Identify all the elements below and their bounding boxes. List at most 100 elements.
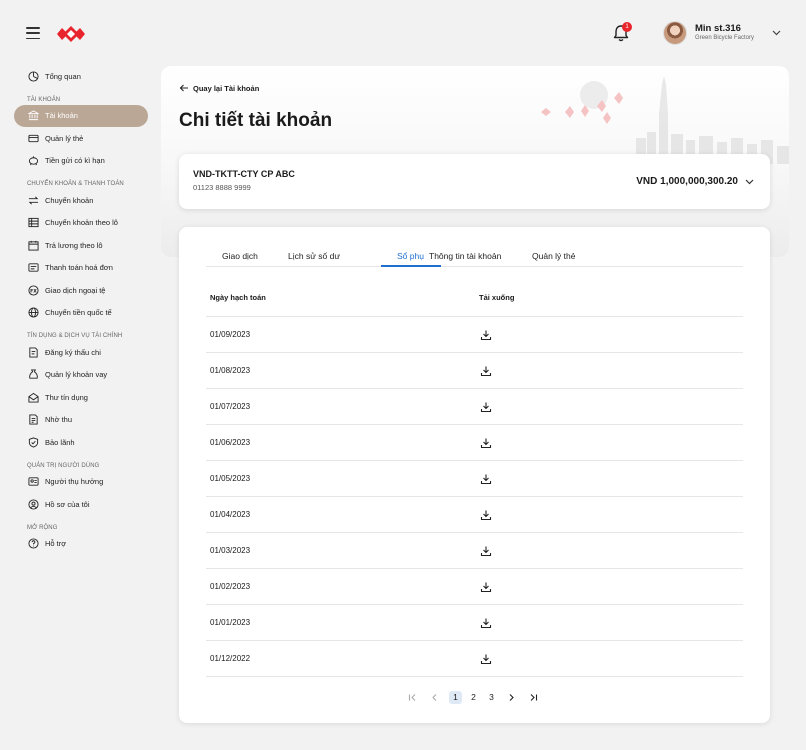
table-row: 01/03/2023: [206, 533, 743, 569]
row-date: 01/05/2023: [210, 474, 251, 483]
sidebar-item-accounts[interactable]: Tài khoản: [14, 104, 148, 127]
prev-page-button[interactable]: [428, 691, 441, 704]
sidebar-item-term-deposit[interactable]: Tiền gửi có kì hạn: [14, 150, 148, 173]
sidebar-item-collection[interactable]: Nhờ thu: [14, 409, 148, 432]
next-page-button[interactable]: [505, 691, 518, 704]
sidebar-item-card-management[interactable]: Quản lý thẻ: [14, 127, 148, 150]
sidebar-item-label: Bảo lãnh: [45, 437, 75, 447]
sidebar-item-label: Quản lý khoản vay: [45, 370, 108, 380]
sidebar-item-bill-payment[interactable]: Thanh toán hoá đơn: [14, 257, 148, 280]
sidebar-item-label: Thanh toán hoá đơn: [45, 263, 113, 273]
statement-panel: Giao dịch Lịch sử số dư Sổ phụ Thông tin…: [179, 227, 770, 723]
sidebar-item-label: Đăng ký thấu chi: [45, 347, 101, 357]
sidebar-item-label: Hỗ trợ: [45, 539, 67, 549]
download-icon[interactable]: [480, 509, 492, 521]
sidebar-item-support[interactable]: Hỗ trợ: [14, 533, 148, 556]
sidebar-item-batch-payroll[interactable]: Trả lương theo lô: [14, 234, 148, 257]
shield-icon: [27, 436, 39, 448]
tab-card-management[interactable]: Quản lý thẻ: [532, 251, 575, 267]
sidebar-item-label: Tiền gửi có kì hạn: [45, 156, 105, 166]
download-icon[interactable]: [480, 401, 492, 413]
sidebar-section-title: TÀI KHOẢN: [27, 96, 61, 103]
row-date: 01/03/2023: [210, 546, 251, 555]
first-page-icon: [408, 693, 416, 701]
last-page-button[interactable]: [527, 691, 540, 704]
piggy-bank-icon: [27, 155, 39, 167]
card-icon: [27, 132, 39, 144]
download-icon[interactable]: [480, 329, 492, 341]
page-button[interactable]: 2: [467, 691, 480, 704]
sidebar-section-title: CHUYỂN KHOẢN & THANH TOÁN: [27, 181, 124, 187]
notification-badge: 1: [622, 22, 632, 32]
column-header-date: Ngày hạch toán: [210, 293, 266, 302]
download-icon[interactable]: [480, 653, 492, 665]
table-icon: [27, 217, 39, 229]
sidebar-item-label: Tài khoản: [45, 111, 78, 121]
sidebar-item-fx[interactable]: FX Giao dịch ngoại tệ: [14, 279, 148, 302]
table-row: 01/09/2023: [206, 317, 743, 353]
calendar-icon: [27, 239, 39, 251]
page-button[interactable]: 3: [485, 691, 498, 704]
first-page-button[interactable]: [406, 691, 419, 704]
sidebar-item-label: Người thụ hưởng: [45, 477, 104, 487]
chevron-right-icon: [509, 693, 514, 701]
avatar[interactable]: [663, 21, 687, 45]
menu-icon[interactable]: [26, 27, 40, 39]
svg-text:FX: FX: [30, 288, 37, 294]
globe-icon: [27, 307, 39, 319]
account-summary-card[interactable]: VND-TKTT-CTY CP ABC 01123 8888 9999 VND …: [179, 154, 770, 209]
sidebar-item-transfer[interactable]: Chuyển khoản: [14, 189, 148, 212]
document-icon: [27, 414, 39, 426]
table-row: 01/01/2023: [206, 605, 743, 641]
dashboard-icon: [27, 70, 39, 82]
sidebar-item-overdraft[interactable]: Đăng ký thấu chi: [14, 341, 148, 364]
column-header-download: Tải xuống: [479, 293, 515, 302]
sidebar-item-loans[interactable]: Quản lý khoản vay: [14, 364, 148, 387]
sidebar-item-label: Thư tín dụng: [45, 392, 88, 402]
tab-transactions[interactable]: Giao dịch: [222, 251, 258, 267]
row-date: 01/09/2023: [210, 330, 251, 339]
sidebar-item-guarantee[interactable]: Bảo lãnh: [14, 431, 148, 454]
envelope-open-icon: [27, 391, 39, 403]
sidebar-item-batch-transfer[interactable]: Chuyển khoản theo lô: [14, 212, 148, 235]
user-org: Green Bicycle Factory: [695, 35, 755, 41]
bank-icon: [27, 110, 39, 122]
pagination: 1 2 3: [406, 689, 545, 705]
row-date: 01/04/2023: [210, 510, 251, 519]
last-page-icon: [530, 693, 538, 701]
download-icon[interactable]: [480, 365, 492, 377]
account-balance: VND 1,000,000,300.20: [636, 176, 738, 187]
table-row: 01/05/2023: [206, 461, 743, 497]
fx-icon: FX: [27, 284, 39, 296]
download-icon[interactable]: [480, 545, 492, 557]
chevron-down-icon[interactable]: [744, 176, 755, 187]
sidebar-item-international-transfer[interactable]: Chuyển tiền quốc tế: [14, 302, 148, 325]
table-header: Ngày hạch toán Tải xuống: [206, 293, 743, 317]
chevron-down-icon[interactable]: [771, 27, 782, 38]
row-date: 01/07/2023: [210, 402, 251, 411]
sidebar-item-overview[interactable]: Tổng quan: [14, 65, 148, 88]
sidebar-section-title: TÍN DỤNG & DỊCH VỤ TÀI CHÍNH: [27, 333, 123, 339]
table-row: 01/04/2023: [206, 497, 743, 533]
page-button[interactable]: 1: [449, 690, 462, 704]
download-icon[interactable]: [480, 617, 492, 629]
table-row: 01/07/2023: [206, 389, 743, 425]
row-date: 01/08/2023: [210, 366, 251, 375]
back-link[interactable]: Quay lại Tài khoản: [179, 83, 259, 93]
sidebar-item-beneficiaries[interactable]: Người thụ hưởng: [14, 471, 148, 494]
skyline-decoration: [541, 76, 789, 164]
account-name: VND-TKTT-CTY CP ABC: [193, 169, 295, 179]
bank-logo[interactable]: [56, 24, 86, 44]
sidebar-item-profile[interactable]: Hồ sơ của tôi: [14, 493, 148, 516]
sidebar-section-title: QUẢN TRỊ NGƯỜI DÙNG: [27, 462, 100, 469]
sidebar-item-label: Hồ sơ của tôi: [45, 499, 90, 509]
table-row: 01/08/2023: [206, 353, 743, 389]
help-icon: [27, 538, 39, 550]
download-icon[interactable]: [480, 581, 492, 593]
download-icon[interactable]: [480, 473, 492, 485]
tab-balance-history[interactable]: Lịch sử số dư: [288, 251, 340, 267]
user-name[interactable]: Min st.316: [695, 23, 741, 34]
download-icon[interactable]: [480, 437, 492, 449]
sidebar-item-letter-of-credit[interactable]: Thư tín dụng: [14, 386, 148, 409]
chevron-left-icon: [432, 693, 437, 701]
